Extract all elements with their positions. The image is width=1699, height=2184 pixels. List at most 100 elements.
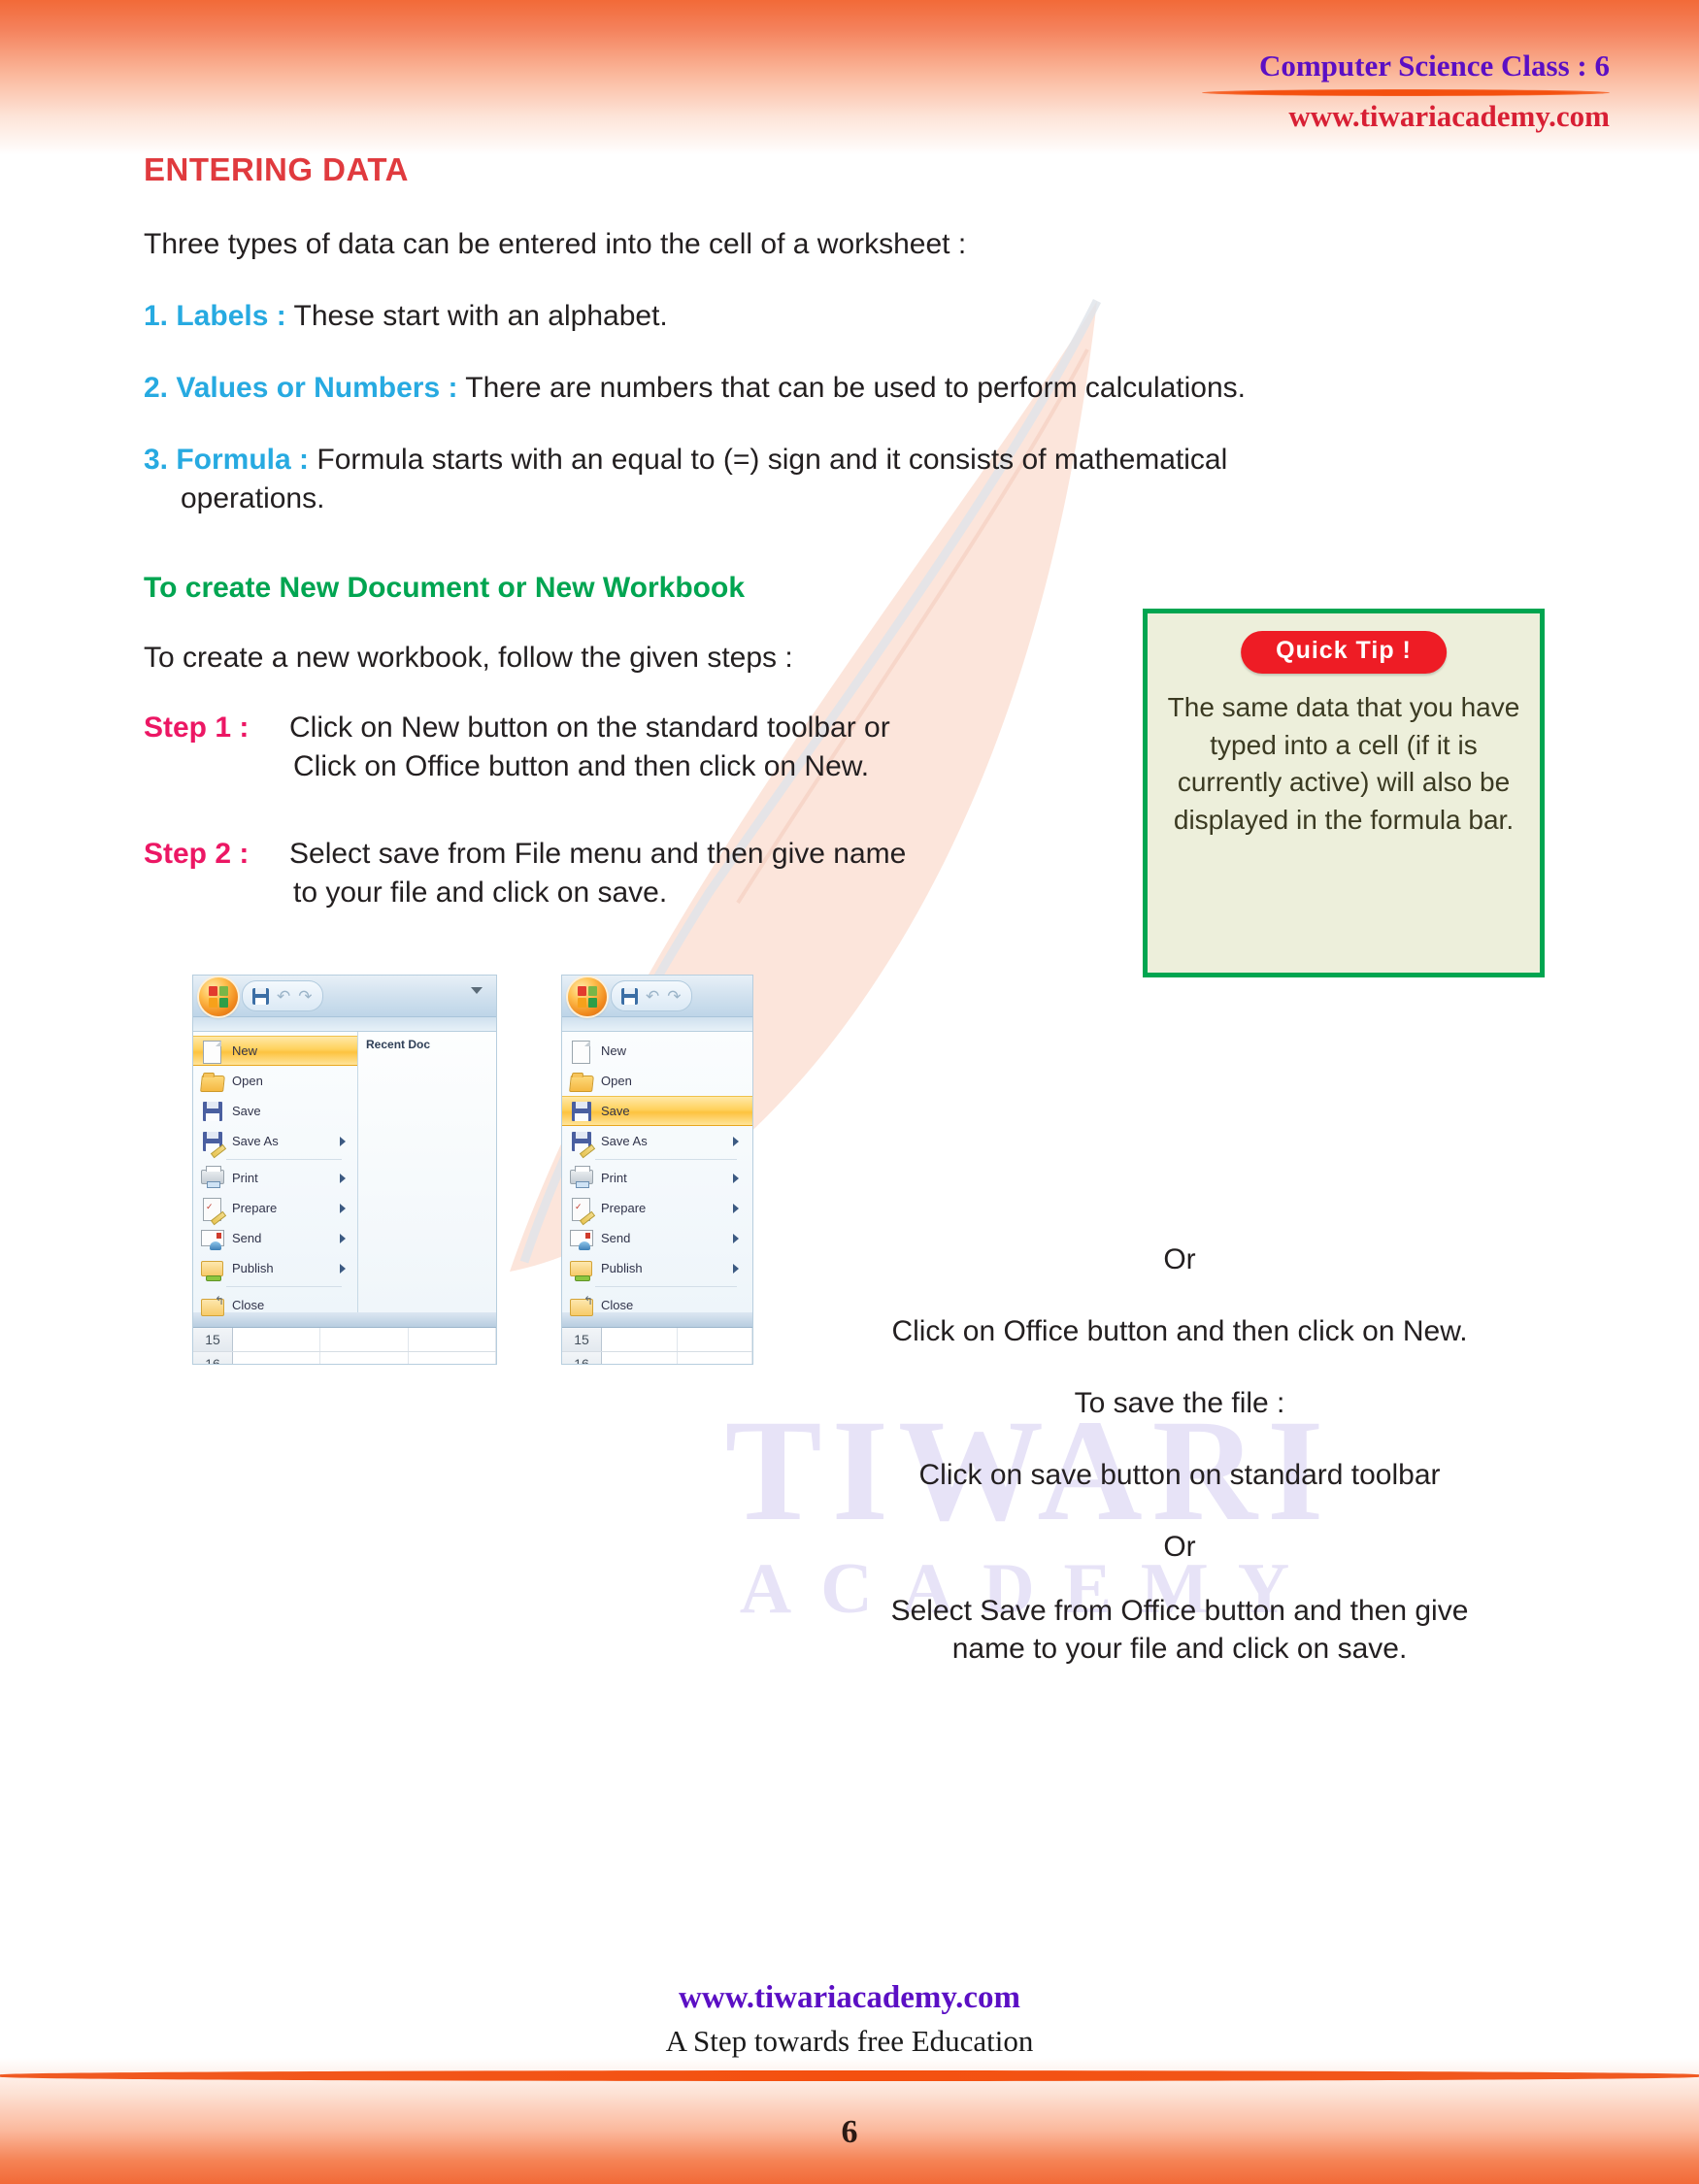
floppy-pencil-icon <box>199 1130 227 1158</box>
list-item-labels-text: These start with an alphabet. <box>285 300 668 332</box>
menu-separator <box>595 1159 737 1160</box>
menu-item-save[interactable]: Save <box>193 1096 357 1126</box>
right-or-2: Or <box>1163 1531 1196 1563</box>
step-1-tag: Step 1 : <box>144 711 250 744</box>
send-envelope-icon <box>568 1227 593 1250</box>
menu-item-publish[interactable]: Publish <box>562 1253 752 1283</box>
menu-item-save-label: Save <box>601 1104 630 1118</box>
menu-item-save-as[interactable]: Save As <box>193 1126 357 1158</box>
table-row[interactable]: 15 <box>193 1328 496 1352</box>
menu-item-close-label: Close <box>232 1298 265 1312</box>
right-select-save-text: Select Save from Office button and then … <box>796 1592 1563 1668</box>
document-icon <box>568 1040 593 1064</box>
subsection-heading: To create New Document or New Workbook <box>144 572 745 604</box>
submenu-arrow-icon <box>733 1137 739 1146</box>
prepare-document-icon: ✓ <box>568 1197 596 1225</box>
table-row[interactable]: 15 <box>562 1328 752 1352</box>
redo-icon[interactable]: ↷ <box>667 988 681 1005</box>
save-icon[interactable] <box>252 987 269 1005</box>
menu-item-save[interactable]: Save <box>562 1096 752 1126</box>
undo-icon[interactable]: ↶ <box>277 988 290 1005</box>
close-folder-icon: ↰ <box>199 1294 224 1317</box>
worksheet-grid-b: 15 16 17 <box>562 1312 752 1364</box>
menu-item-open[interactable]: Open <box>562 1066 752 1096</box>
ribbon-strip-b <box>562 1017 752 1032</box>
quick-tip-box: Quick Tip ! The same data that you have … <box>1143 609 1545 977</box>
list-item-labels: 1. Labels : These start with an alphabet… <box>144 297 1522 336</box>
submenu-arrow-icon <box>733 1234 739 1243</box>
folder-open-icon <box>199 1070 225 1093</box>
submenu-arrow-icon <box>340 1264 346 1274</box>
table-row[interactable]: 16 <box>193 1352 496 1364</box>
publish-folder-icon <box>568 1257 593 1281</box>
submenu-arrow-icon <box>340 1204 346 1213</box>
submenu-arrow-icon <box>340 1234 346 1243</box>
save-icon[interactable] <box>621 987 638 1005</box>
quick-tip-body: The same data that you have typed into a… <box>1167 692 1520 835</box>
list-item-formula-text: Formula starts with an equal to (=) sign… <box>309 444 1228 476</box>
quick-tip-badge: Quick Tip ! <box>1241 631 1447 674</box>
screenshot-office-menu-save: ↶ ↷ New Open Save Save As Print ✓ Prepar… <box>561 975 753 1365</box>
menu-item-open[interactable]: Open <box>193 1066 357 1096</box>
menu-item-save-label: Save <box>232 1104 261 1118</box>
list-item-labels-label: 1. Labels : <box>144 300 286 332</box>
page-number: 6 <box>841 2114 858 2150</box>
page-title: ENTERING DATA <box>144 151 409 187</box>
menu-item-save-as-label: Save As <box>232 1134 279 1148</box>
right-to-save-heading: To save the file : <box>1074 1387 1285 1419</box>
office-orb-icon[interactable] <box>199 977 238 1016</box>
step-2-line-2: to your file and click on save. <box>293 876 668 909</box>
submenu-arrow-icon <box>340 1174 346 1183</box>
menu-item-close[interactable]: ↰ Close <box>193 1290 357 1320</box>
menu-item-open-label: Open <box>232 1074 263 1088</box>
prepare-document-icon: ✓ <box>199 1197 227 1225</box>
menu-item-print[interactable]: Print <box>562 1163 752 1193</box>
menu-item-new-label: New <box>232 1043 258 1058</box>
menu-item-prepare-label: Prepare <box>232 1201 278 1215</box>
menu-item-prepare-label: Prepare <box>601 1201 647 1215</box>
qat-pill-a: ↶ ↷ <box>242 980 323 1011</box>
right-select-save-line-2: name to your file and click on save. <box>951 1633 1408 1665</box>
menu-item-send[interactable]: Send <box>562 1223 752 1253</box>
menu-item-send-label: Send <box>232 1231 262 1245</box>
step-2-body: Select save from File menu and then give… <box>289 835 1095 911</box>
office-orb-icon[interactable] <box>568 977 607 1016</box>
menu-item-prepare[interactable]: ✓ Prepare <box>193 1193 357 1225</box>
menu-item-prepare[interactable]: ✓ Prepare <box>562 1193 752 1225</box>
recent-documents-label: Recent Doc <box>366 1038 431 1051</box>
floppy-disk-icon <box>568 1100 593 1123</box>
submenu-arrow-icon <box>733 1174 739 1183</box>
qat-pill-b: ↶ ↷ <box>611 980 692 1011</box>
right-office-new-text: Click on Office button and then click on… <box>891 1315 1468 1347</box>
office-menu-list-a: New Open Save Save As Print ✓ Prepare Se… <box>193 1032 358 1316</box>
menu-item-new[interactable]: New <box>193 1036 357 1066</box>
steps-intro: To create a new workbook, follow the giv… <box>144 642 793 674</box>
footer-tagline: A Step towards free Education <box>665 2024 1034 2058</box>
menu-item-send[interactable]: Send <box>193 1223 357 1253</box>
menu-item-publish[interactable]: Publish <box>193 1253 357 1283</box>
menu-item-print[interactable]: Print <box>193 1163 357 1193</box>
document-icon <box>199 1040 224 1064</box>
undo-icon[interactable]: ↶ <box>646 988 659 1005</box>
recent-documents-pane: Recent Doc <box>358 1032 496 1312</box>
right-click-save-text: Click on save button on standard toolbar <box>918 1459 1441 1491</box>
step-1-row: Step 1 : Click on New button on the stand… <box>144 709 1134 785</box>
right-or-1: Or <box>1163 1243 1196 1275</box>
right-select-save-line-1: Select Save from Office button and then … <box>890 1595 1469 1627</box>
send-envelope-icon <box>199 1227 224 1250</box>
redo-icon[interactable]: ↷ <box>298 988 312 1005</box>
step-2-row: Step 2 : Select save from File menu and t… <box>144 835 1134 911</box>
menu-item-new-label: New <box>601 1043 627 1058</box>
list-item-values-text: There are numbers that can be used to pe… <box>457 372 1247 404</box>
table-row[interactable]: 16 <box>562 1352 752 1364</box>
footer-site-url[interactable]: www.tiwariacademy.com <box>0 1980 1699 2016</box>
printer-icon <box>199 1165 224 1190</box>
menu-item-save-as[interactable]: Save As <box>562 1126 752 1158</box>
menu-item-close[interactable]: ↰ Close <box>562 1290 752 1320</box>
menu-item-publish-label: Publish <box>601 1261 643 1275</box>
menu-separator <box>226 1159 342 1160</box>
chevron-down-icon[interactable] <box>471 987 483 994</box>
step-1-line-1: Click on New button on the standard tool… <box>289 711 890 744</box>
list-item-formula-label: 3. Formula : <box>144 444 310 476</box>
menu-item-new[interactable]: New <box>562 1036 752 1066</box>
